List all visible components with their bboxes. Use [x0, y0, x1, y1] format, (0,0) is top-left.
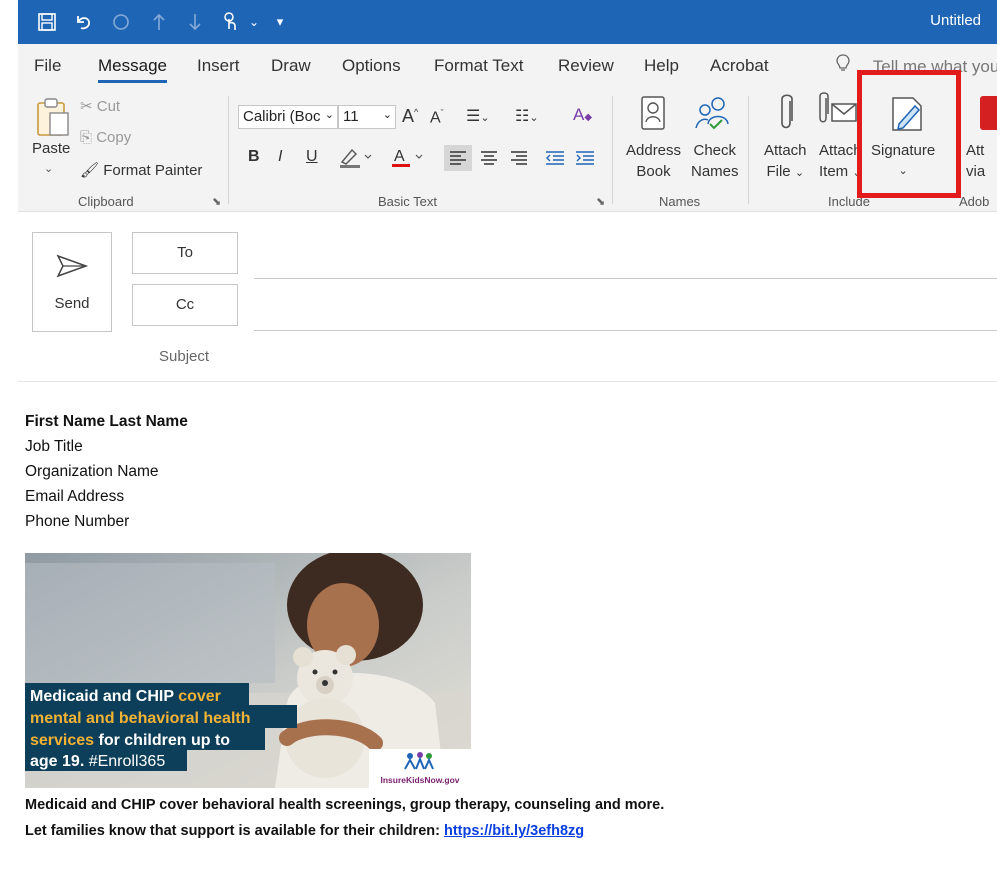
attach-item-icon[interactable]: [818, 92, 858, 132]
divider: [612, 96, 613, 204]
signature-highlight-box: [857, 70, 961, 198]
chevron-down-icon: ⌄: [794, 167, 805, 179]
signature-job-title: Job Title: [25, 438, 83, 455]
font-name-box[interactable]: Calibri (Boc ⌄: [238, 105, 338, 129]
chevron-down-icon: ⌄: [382, 109, 392, 121]
adobe-pdf-icon[interactable]: [980, 96, 997, 130]
svg-text:mental and behavioral health: mental and behavioral health: [30, 710, 251, 727]
underline-button[interactable]: U: [306, 148, 318, 166]
tab-format-text[interactable]: Format Text: [434, 56, 523, 76]
align-right-icon[interactable]: [506, 145, 532, 176]
clipboard-group-label: Clipboard: [78, 194, 134, 209]
paintbrush-icon: 🖌: [80, 162, 100, 179]
caption-line-1: Medicaid and CHIP cover behavioral healt…: [25, 797, 665, 813]
basic-text-group-label: Basic Text: [378, 194, 438, 209]
undo-icon[interactable]: [70, 9, 96, 35]
address-book-icon[interactable]: [638, 94, 668, 132]
copy-icon: ⎘: [80, 129, 93, 146]
check-names-button[interactable]: Check Names: [691, 140, 739, 182]
save-icon[interactable]: [34, 9, 60, 35]
svg-text:age 19. #Enroll365: age 19. #Enroll365: [30, 753, 165, 770]
send-button[interactable]: Send: [32, 232, 112, 332]
clear-formatting-icon[interactable]: A◆: [573, 105, 592, 125]
decrease-indent-icon[interactable]: [542, 145, 568, 176]
svg-text:services for children up to: services for children up to: [30, 732, 230, 749]
tab-file[interactable]: File: [34, 56, 61, 76]
tab-draw[interactable]: Draw: [271, 56, 311, 76]
highlight-color-icon[interactable]: [338, 146, 372, 173]
cut-button[interactable]: ✂ Cut: [80, 97, 120, 115]
enrollment-link[interactable]: https://bit.ly/3efh8zg: [444, 823, 584, 839]
touch-mode-icon[interactable]: [216, 9, 244, 35]
signature-name: First Name Last Name: [25, 413, 188, 430]
paste-chevron-icon[interactable]: ⌄: [44, 162, 53, 175]
align-center-icon[interactable]: [476, 145, 502, 176]
format-painter-button[interactable]: 🖌 Format Painter: [80, 161, 202, 179]
customize-toolbar-icon[interactable]: ▾: [272, 9, 288, 35]
move-up-icon[interactable]: [146, 9, 172, 35]
font-color-icon[interactable]: A: [390, 146, 424, 173]
to-field[interactable]: [254, 278, 997, 279]
paste-button[interactable]: Paste: [32, 140, 70, 157]
paste-icon[interactable]: [34, 96, 74, 140]
italic-button[interactable]: I: [278, 148, 282, 166]
check-names-icon[interactable]: [692, 94, 732, 132]
adobe-group-label: Adob: [959, 194, 990, 209]
svg-text:A: A: [394, 148, 405, 165]
email-signature[interactable]: First Name Last Name Job Title Organizat…: [25, 409, 188, 534]
title-bar: ⌄ ▾ Untitled: [18, 0, 997, 44]
increase-indent-icon[interactable]: [572, 145, 598, 176]
address-book-button[interactable]: Address Book: [626, 140, 681, 182]
paperclip-icon[interactable]: [776, 92, 798, 134]
tab-message[interactable]: Message: [98, 56, 167, 83]
basic-text-launcher-icon[interactable]: ⬊: [596, 195, 605, 208]
tab-review[interactable]: Review: [558, 56, 614, 76]
copy-button[interactable]: ⎘ Copy: [80, 129, 131, 146]
bold-button[interactable]: B: [248, 148, 260, 166]
align-left-button[interactable]: [444, 145, 472, 171]
svg-text:Medicaid and CHIP cover: Medicaid and CHIP cover: [30, 688, 221, 705]
chevron-down-icon: ⌄: [324, 109, 334, 121]
tab-acrobat[interactable]: Acrobat: [710, 56, 769, 76]
signature-email: Email Address: [25, 488, 125, 505]
signature-banner-image: Medicaid and CHIP cover mental and behav…: [25, 553, 471, 788]
font-size-box[interactable]: 11 ⌄: [338, 105, 396, 129]
cc-button[interactable]: Cc: [132, 284, 238, 326]
insurekidsnow-logo-text: InsureKidsNow.gov: [380, 775, 459, 785]
subject-label: Subject: [159, 348, 210, 365]
tab-insert[interactable]: Insert: [197, 56, 240, 76]
grow-font-icon[interactable]: A^: [402, 106, 418, 127]
adobe-attach-button[interactable]: Att via: [966, 140, 985, 182]
scissors-icon: ✂: [80, 98, 93, 115]
caption-line-2: Let families know that support is availa…: [25, 823, 444, 839]
redo-icon[interactable]: [108, 9, 134, 35]
window-title: Untitled: [930, 12, 981, 29]
ribbon: Paste ⌄ ✂ Cut ⎘ Copy 🖌 Format Painter Cl…: [18, 88, 997, 212]
cc-field[interactable]: [254, 330, 997, 331]
divider: [228, 96, 229, 204]
tab-options[interactable]: Options: [342, 56, 401, 76]
divider: [748, 96, 749, 204]
lightbulb-icon: [836, 54, 854, 77]
chevron-down-icon[interactable]: ⌄: [246, 9, 262, 35]
numbering-icon[interactable]: ☷⌄: [515, 106, 539, 126]
attach-file-button[interactable]: Attach File ⌄: [764, 140, 807, 184]
signature-organization: Organization Name: [25, 463, 159, 480]
names-group-label: Names: [659, 194, 701, 209]
bullets-icon[interactable]: ☰⌄: [466, 106, 490, 126]
clipboard-launcher-icon[interactable]: ⬊: [212, 195, 221, 208]
compose-header: Send To Cc Subject: [18, 212, 997, 382]
to-button[interactable]: To: [132, 232, 238, 274]
tab-help[interactable]: Help: [644, 56, 679, 76]
move-down-icon[interactable]: [182, 9, 208, 35]
banner-caption: Medicaid and CHIP cover behavioral healt…: [25, 792, 664, 844]
signature-phone: Phone Number: [25, 513, 130, 530]
ribbon-tabs: File Message Insert Draw Options Format …: [18, 44, 997, 88]
send-icon: [55, 253, 89, 284]
attach-item-button[interactable]: Attach Item ⌄: [819, 140, 862, 184]
shrink-font-icon[interactable]: Aˇ: [430, 108, 444, 127]
